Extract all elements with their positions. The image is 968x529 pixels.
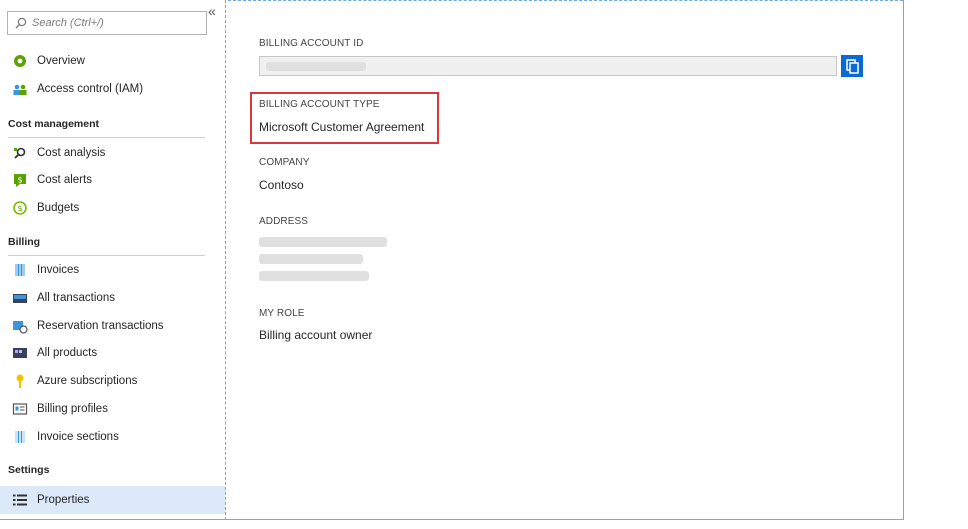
billing-account-id-field[interactable] (259, 56, 837, 76)
redacted-billing-account-id (266, 62, 366, 71)
section-header-cost-management: Cost management (8, 110, 205, 138)
invoices-icon (15, 264, 25, 276)
sidebar-item-invoice-sections[interactable]: Invoice sections (0, 423, 225, 451)
address-label: ADDRESS (259, 216, 309, 227)
redacted-address-line (259, 271, 369, 281)
sidebar-item-label: Reservation transactions (37, 320, 164, 332)
copy-icon (846, 59, 859, 74)
sidebar-item-label: All transactions (37, 292, 115, 304)
sidebar: Search (Ctrl+/) « Overview Access contro… (0, 0, 226, 520)
billing-account-id-label: BILLING ACCOUNT ID (259, 38, 364, 49)
search-input[interactable]: Search (Ctrl+/) (7, 11, 207, 35)
billing-account-type-value: Microsoft Customer Agreement (259, 120, 425, 134)
sidebar-item-label: Invoices (37, 264, 80, 276)
svg-text:$: $ (17, 204, 22, 213)
overview-icon (14, 55, 26, 67)
company-value: Contoso (259, 178, 304, 192)
sidebar-item-label: Cost analysis (37, 147, 106, 159)
redacted-address-line (259, 254, 363, 264)
budgets-icon: $ (13, 201, 27, 215)
sidebar-item-azure-subscriptions[interactable]: Azure subscriptions (0, 367, 225, 395)
search-icon (15, 17, 27, 29)
sidebar-item-overview[interactable]: Overview (0, 47, 225, 75)
copy-button[interactable] (841, 55, 863, 77)
collapse-sidebar-button[interactable]: « (208, 4, 216, 18)
sidebar-item-billing-profiles[interactable]: Billing profiles (0, 395, 225, 423)
my-role-value: Billing account owner (259, 328, 373, 342)
iam-icon (13, 84, 27, 95)
sidebar-item-label: Overview (37, 55, 85, 67)
products-icon (13, 348, 27, 358)
billing-account-type-label: BILLING ACCOUNT TYPE (259, 99, 380, 110)
redacted-address-line (259, 237, 387, 247)
search-placeholder: Search (Ctrl+/) (32, 17, 104, 29)
my-role-label: MY ROLE (259, 308, 305, 319)
company-label: COMPANY (259, 157, 310, 168)
key-icon (16, 374, 24, 388)
content-top-border (228, 0, 903, 1)
properties-icon (13, 494, 27, 506)
sidebar-item-label: All products (37, 347, 98, 359)
transactions-icon (13, 294, 27, 303)
sidebar-item-all-transactions[interactable]: All transactions (0, 284, 225, 312)
sidebar-item-label: Access control (IAM) (37, 83, 144, 95)
sidebar-item-cost-analysis[interactable]: Cost analysis (0, 139, 225, 167)
sidebar-item-label: Budgets (37, 202, 80, 214)
sidebar-item-label: Billing profiles (37, 403, 108, 415)
billing-profiles-icon (12, 403, 28, 415)
sidebar-item-properties[interactable]: Properties (0, 486, 225, 514)
sidebar-item-label: Cost alerts (37, 174, 92, 186)
cost-analysis-icon (14, 147, 26, 159)
sidebar-item-all-products[interactable]: All products (0, 339, 225, 367)
sidebar-item-label: Properties (37, 494, 90, 506)
sidebar-item-label: Invoice sections (37, 431, 119, 443)
section-header-settings: Settings (8, 464, 50, 476)
cost-alerts-icon: $ (14, 174, 26, 187)
reservation-icon (13, 321, 28, 334)
sidebar-item-label: Azure subscriptions (37, 375, 138, 387)
sidebar-item-cost-alerts[interactable]: $ Cost alerts (0, 166, 225, 194)
sidebar-item-budgets[interactable]: $ Budgets (0, 194, 225, 222)
svg-text:$: $ (17, 176, 22, 185)
sidebar-item-access-control[interactable]: Access control (IAM) (0, 75, 225, 103)
sidebar-item-reservation-transactions[interactable]: Reservation transactions (0, 312, 225, 340)
sidebar-item-invoices[interactable]: Invoices (0, 256, 225, 284)
section-header-billing: Billing (8, 228, 205, 256)
invoice-sections-icon (15, 431, 25, 443)
